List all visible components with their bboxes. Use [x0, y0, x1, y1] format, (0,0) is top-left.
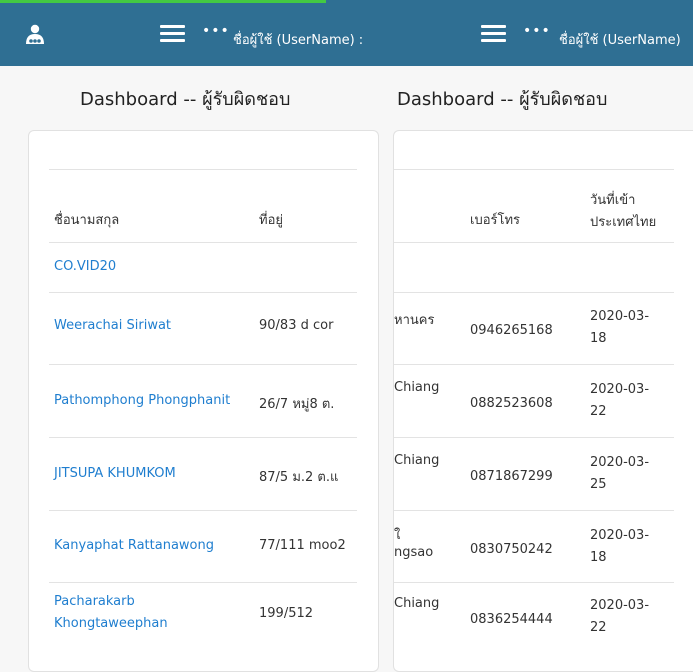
right-table-card: เบอร์โทร วันที่เข้า ประเทศไทย หานคร 0946… — [393, 130, 693, 672]
phone-cell: 0871867299 — [470, 469, 553, 484]
date-cell-line2: 18 — [590, 550, 607, 565]
column-header-address[interactable]: ที่อยู่ — [259, 209, 283, 230]
column-header-date-line2[interactable]: ประเทศไทย — [590, 211, 656, 232]
phone-cell: 0836254444 — [470, 612, 553, 627]
user-group-icon[interactable] — [24, 24, 46, 46]
date-cell: 2020-03- — [590, 309, 650, 324]
city-cell: หานคร — [394, 313, 435, 328]
column-header-date-line1[interactable]: วันที่เข้า — [590, 189, 635, 210]
address-cell: 77/111 moo2 — [259, 538, 346, 553]
divider — [49, 292, 357, 293]
top-bar: ••• ชื่อผู้ใช้ (UserName) : ••• ชื่อผู้ใ… — [0, 0, 693, 66]
patient-name-link[interactable]: Kanyaphat Rattanawong — [54, 538, 214, 553]
divider — [49, 437, 357, 438]
patient-name-link[interactable]: JITSUPA KHUMKOM — [54, 466, 176, 481]
date-cell: 2020-03- — [590, 528, 650, 543]
divider — [49, 510, 357, 511]
address-cell: 199/512 — [259, 606, 314, 621]
group-label[interactable]: CO.VID20 — [54, 259, 116, 274]
page-title-right: Dashboard -- ผู้รับผิดชอบ — [397, 89, 608, 110]
hamburger-menu-icon-right[interactable] — [481, 25, 506, 43]
column-header-name[interactable]: ชื่อนามสกุล — [54, 209, 119, 230]
divider — [394, 582, 674, 583]
date-cell: 2020-03- — [590, 598, 650, 613]
date-cell-line2: 25 — [590, 477, 607, 492]
phone-cell: 0882523608 — [470, 396, 553, 411]
date-cell-line2: 22 — [590, 404, 607, 419]
divider — [394, 510, 674, 511]
divider — [394, 242, 674, 243]
date-cell-line2: 22 — [590, 620, 607, 635]
left-table-card: ชื่อนามสกุล ที่อยู่ CO.VID20 Weerachai S… — [28, 130, 379, 672]
divider — [49, 169, 357, 170]
divider — [49, 242, 357, 243]
phone-cell: 0830750242 — [470, 542, 553, 557]
divider — [394, 292, 674, 293]
date-cell: 2020-03- — [590, 455, 650, 470]
address-cell: 87/5 ม.2 ต.แ — [259, 470, 339, 485]
divider — [49, 582, 357, 583]
column-header-phone[interactable]: เบอร์โทร — [470, 209, 520, 230]
username-label-right: ชื่อผู้ใช้ (UserName) — [559, 33, 681, 48]
city-cell: Chiang — [394, 453, 440, 468]
patient-name-link-line2[interactable]: Khongtaweephan — [54, 616, 168, 631]
patient-name-link[interactable]: Pathomphong Phongphanit — [54, 393, 230, 408]
username-label: ชื่อผู้ใช้ (UserName) : — [233, 33, 364, 48]
more-dots-icon-right[interactable]: ••• — [523, 23, 551, 39]
divider — [394, 364, 674, 365]
address-cell: 90/83 d cor — [259, 318, 334, 333]
address-cell: 26/7 หมู่8 ต. — [259, 397, 335, 412]
page-title: Dashboard -- ผู้รับผิดชอบ — [80, 89, 291, 110]
city-cell-line2: ngsao — [394, 545, 434, 560]
date-cell: 2020-03- — [590, 382, 650, 397]
city-cell: Chiang — [394, 596, 440, 611]
divider — [394, 169, 674, 170]
city-cell: ใ — [394, 528, 401, 543]
hamburger-menu-icon[interactable] — [160, 25, 185, 43]
phone-cell: 0946265168 — [470, 323, 553, 338]
patient-name-link[interactable]: Pacharakarb — [54, 594, 135, 609]
patient-name-link[interactable]: Weerachai Siriwat — [54, 318, 171, 333]
city-cell: Chiang — [394, 380, 440, 395]
divider — [394, 437, 674, 438]
divider — [49, 364, 357, 365]
loading-progress-bar — [0, 0, 326, 3]
more-dots-icon[interactable]: ••• — [202, 23, 230, 39]
date-cell-line2: 18 — [590, 331, 607, 346]
